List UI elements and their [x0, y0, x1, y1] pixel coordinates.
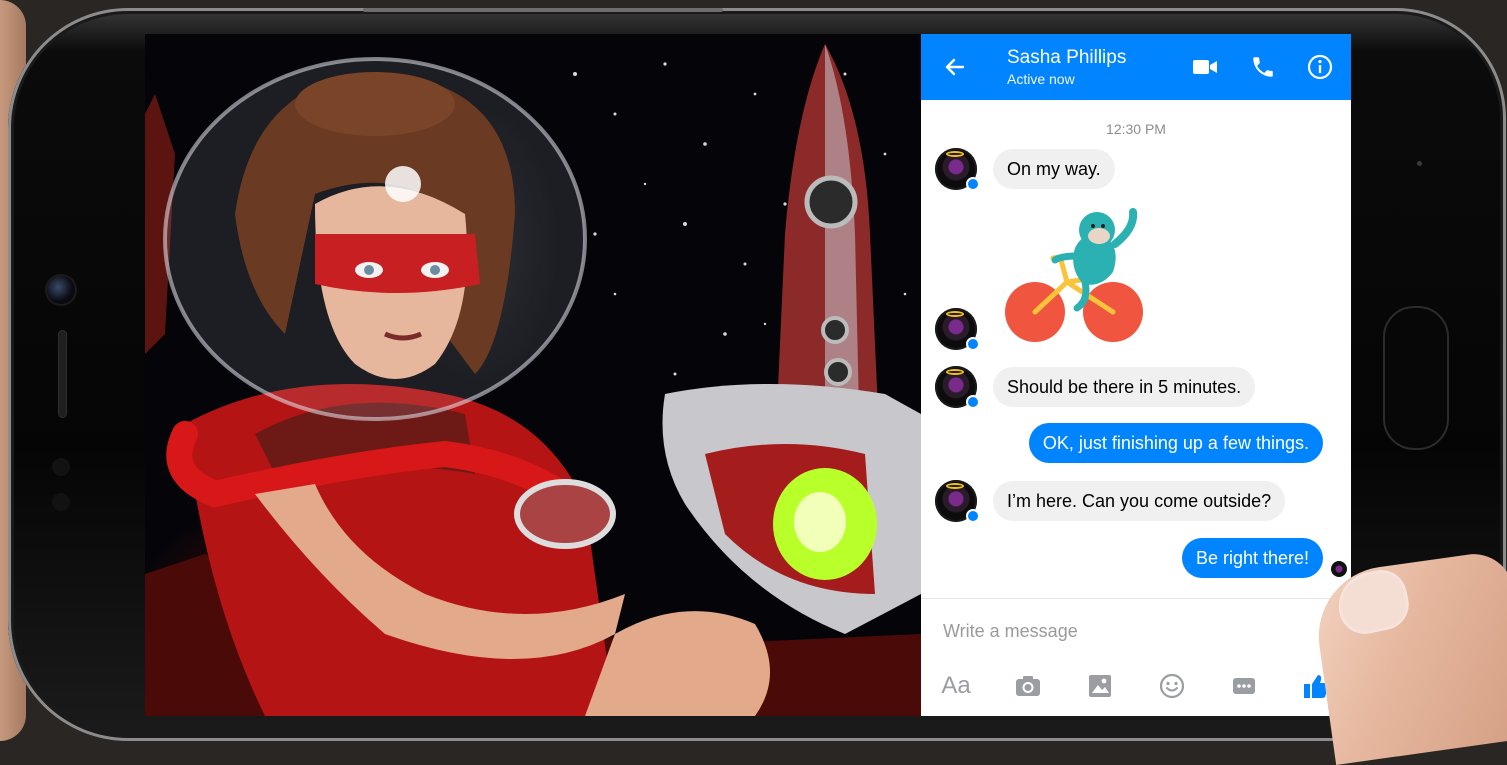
- phone-screen: Sasha Phillips Active now 12:30 PM On my…: [145, 34, 1351, 716]
- conversation-header: Sasha Phillips Active now: [921, 34, 1351, 100]
- side-dot: [1417, 161, 1422, 166]
- message-timestamp: 12:30 PM: [1106, 121, 1166, 137]
- monkey-on-bicycle-sticker[interactable]: [1005, 208, 1155, 346]
- messenger-panel: Sasha Phillips Active now 12:30 PM On my…: [921, 34, 1351, 716]
- emoji-icon[interactable]: [1157, 671, 1187, 701]
- message-bubble-incoming[interactable]: On my way.: [993, 149, 1115, 189]
- messenger-badge-icon: [966, 395, 980, 409]
- contact-avatar[interactable]: [935, 308, 980, 351]
- messenger-badge-icon: [966, 337, 980, 351]
- phone-call-icon[interactable]: [1250, 54, 1276, 80]
- message-bubble-outgoing[interactable]: OK, just finishing up a few things.: [1028, 423, 1323, 463]
- sensor-dot: [52, 458, 70, 476]
- contact-status: Active now: [1007, 71, 1075, 87]
- contact-name[interactable]: Sasha Phillips: [1007, 47, 1126, 69]
- contact-avatar[interactable]: [935, 148, 980, 191]
- camera-icon[interactable]: [1013, 671, 1043, 701]
- message-bubble-outgoing[interactable]: Be right there!: [1181, 538, 1323, 578]
- composer-bar: Aa: [921, 598, 1351, 716]
- more-icon[interactable]: [1229, 671, 1259, 701]
- font-button-label: Aa: [941, 672, 971, 699]
- astronaut-illustration: [145, 44, 921, 716]
- messenger-badge-icon: [966, 509, 980, 523]
- info-icon[interactable]: [1307, 54, 1333, 80]
- contact-avatar[interactable]: [935, 366, 980, 409]
- message-thread: 12:30 PM On my way. Should be there in 5…: [921, 100, 1351, 598]
- message-input[interactable]: [941, 617, 1325, 645]
- message-bubble-incoming[interactable]: I’m here. Can you come outside?: [993, 481, 1286, 521]
- earpiece-speaker: [58, 330, 67, 418]
- gallery-icon[interactable]: [1085, 671, 1115, 701]
- home-button[interactable]: [1383, 306, 1449, 450]
- background-photo: [145, 34, 921, 716]
- phone-top-slot: [363, 8, 723, 12]
- message-bubble-incoming[interactable]: Should be there in 5 minutes.: [993, 367, 1256, 407]
- video-call-icon[interactable]: [1192, 56, 1218, 78]
- messenger-badge-icon: [966, 177, 980, 191]
- contact-avatar[interactable]: [935, 480, 980, 523]
- back-arrow-icon[interactable]: [943, 55, 967, 79]
- font-button[interactable]: Aa: [941, 671, 971, 701]
- seen-indicator-avatar: [1331, 561, 1347, 577]
- sensor-dot: [52, 493, 70, 511]
- front-camera: [47, 276, 75, 304]
